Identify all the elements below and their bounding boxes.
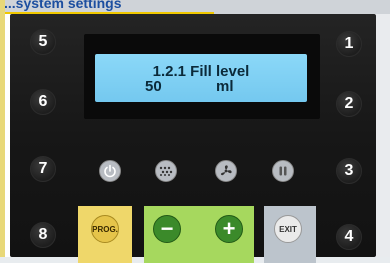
lcd-unit: ml (216, 78, 234, 95)
plus-button[interactable]: + (215, 215, 243, 243)
prog-button[interactable]: PROG. (91, 215, 119, 243)
minus-button[interactable]: − (153, 215, 181, 243)
right-frame (376, 14, 390, 263)
header-strip: ...system settings (0, 0, 390, 14)
fan-icon (220, 165, 232, 176)
pause-icon (279, 166, 287, 176)
key-2[interactable]: 2 (336, 91, 362, 117)
power-icon (104, 164, 116, 178)
key-1[interactable]: 1 (336, 31, 362, 57)
lcd-value: 50 (145, 78, 162, 95)
power-button[interactable] (99, 160, 121, 182)
lcd-display: 1.2.1 Fill level 50 ml (95, 54, 307, 102)
exit-button[interactable]: EXIT (274, 215, 302, 243)
left-frame (0, 0, 5, 263)
key-6[interactable]: 6 (30, 89, 56, 115)
lcd-menu-line: 1.2.1 Fill level (152, 63, 250, 80)
fan-button[interactable] (215, 160, 237, 182)
key-5[interactable]: 5 (30, 29, 56, 55)
keypad-icon (159, 166, 173, 176)
key-3[interactable]: 3 (336, 158, 362, 184)
key-4[interactable]: 4 (336, 224, 362, 250)
keypad-button[interactable] (155, 160, 177, 182)
header-title: ...system settings (4, 0, 122, 11)
pause-button[interactable] (272, 160, 294, 182)
key-8[interactable]: 8 (30, 222, 56, 248)
key-7[interactable]: 7 (30, 156, 56, 182)
